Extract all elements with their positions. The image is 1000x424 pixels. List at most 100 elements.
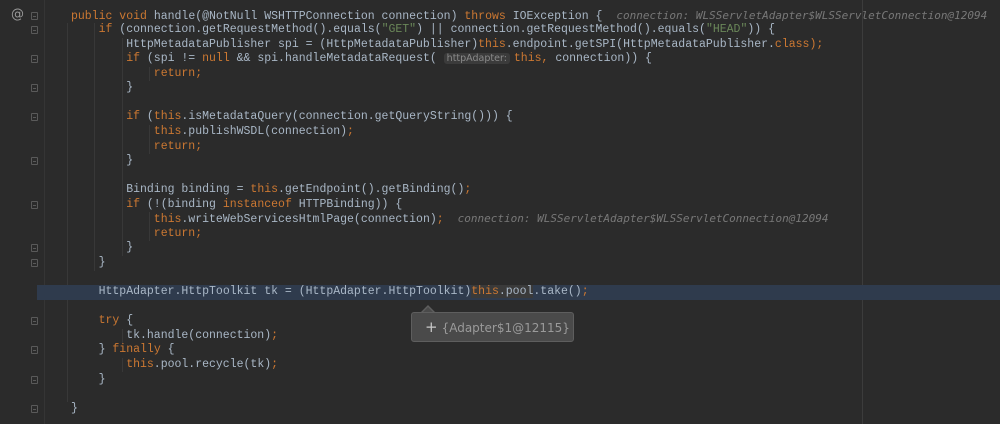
code-token: } bbox=[71, 401, 78, 415]
code-token: .endpoint.getSPI(HttpMetadataPublisher. bbox=[505, 37, 775, 51]
fold-marker-icon[interactable] bbox=[31, 259, 38, 268]
fold-marker-icon[interactable] bbox=[31, 200, 38, 209]
fold-marker-icon[interactable] bbox=[31, 404, 38, 413]
code-token: this bbox=[153, 124, 182, 138]
code-line[interactable]: return; bbox=[154, 67, 202, 82]
code-token: if bbox=[98, 23, 113, 37]
code-token: .publishWSDL(connection) bbox=[181, 124, 348, 138]
code-token: ; bbox=[347, 124, 354, 138]
fold-marker-icon[interactable] bbox=[31, 157, 38, 166]
right-margin-guide bbox=[862, 0, 863, 424]
code-line[interactable]: return; bbox=[154, 140, 202, 155]
code-token: } bbox=[126, 81, 134, 95]
gutter-separator bbox=[44, 0, 45, 424]
code-line[interactable]: this.publishWSDL(connection); bbox=[154, 125, 354, 140]
fold-marker-icon[interactable] bbox=[31, 113, 38, 122]
code-token: this, bbox=[513, 52, 549, 66]
debug-value-tooltip[interactable]: + {Adapter$1@12115} bbox=[411, 312, 574, 342]
code-token: )) { bbox=[747, 23, 775, 37]
code-line[interactable]: this.pool.recycle(tk); bbox=[126, 358, 278, 373]
code-token: connection)) { bbox=[548, 52, 652, 66]
override-marker-icon[interactable]: @ bbox=[11, 7, 24, 22]
code-token: .pool.recycle(tk) bbox=[153, 357, 272, 371]
code-token: return; bbox=[153, 139, 203, 153]
code-token: instanceof bbox=[222, 197, 292, 211]
code-token: HttpAdapter.HttpToolkit tk = (HttpAdapte… bbox=[98, 285, 472, 299]
code-line[interactable]: } bbox=[126, 154, 133, 169]
code-token: try bbox=[98, 314, 120, 328]
code-token: return; bbox=[153, 226, 203, 240]
fold-marker-icon[interactable] bbox=[31, 84, 38, 93]
code-token: handle(@NotNull WSHTTPConnection connect… bbox=[146, 9, 465, 23]
code-token: if bbox=[126, 110, 140, 124]
fold-marker-icon[interactable] bbox=[31, 346, 38, 355]
code-token: this bbox=[250, 183, 279, 197]
fold-marker-icon[interactable] bbox=[31, 26, 38, 35]
indent-guide bbox=[149, 66, 150, 82]
code-token: tk.handle(connection) bbox=[126, 328, 272, 342]
code-token: null bbox=[202, 52, 230, 66]
code-line[interactable]: if (connection.getRequestMethod().equals… bbox=[99, 23, 775, 38]
code-token: } bbox=[126, 154, 134, 168]
indent-guide bbox=[149, 212, 150, 242]
code-line[interactable]: } finally { bbox=[99, 343, 175, 358]
code-token: .isMetadataQuery(connection.getQueryStri… bbox=[181, 110, 513, 124]
code-token: { bbox=[119, 314, 134, 328]
code-token: ; bbox=[464, 183, 472, 197]
fold-marker-icon[interactable] bbox=[31, 375, 38, 384]
code-line[interactable]: this.writeWebServicesHtmlPage(connection… bbox=[154, 212, 829, 227]
code-line[interactable]: if (this.isMetadataQuery(connection.getQ… bbox=[126, 110, 513, 125]
code-token: } bbox=[126, 241, 134, 255]
code-token: } bbox=[98, 343, 113, 357]
code-token: ; bbox=[271, 328, 279, 342]
code-token: public void bbox=[71, 9, 147, 23]
code-line[interactable]: HttpMetadataPublisher spi = (HttpMetadat… bbox=[126, 38, 823, 53]
code-token: (spi != bbox=[140, 52, 203, 66]
code-token: ); bbox=[809, 37, 824, 51]
code-line[interactable]: if (!(binding instanceof HTTPBinding)) { bbox=[126, 198, 402, 213]
inline-debug-value: connection: WLSServletAdapter$WLSServlet… bbox=[457, 212, 829, 226]
code-line[interactable]: public void handle(@NotNull WSHTTPConnec… bbox=[71, 9, 987, 24]
editor-gutter: @ bbox=[0, 0, 48, 424]
code-token: ( bbox=[140, 110, 154, 124]
expand-plus-icon[interactable]: + bbox=[425, 318, 438, 336]
code-line[interactable]: } bbox=[99, 373, 106, 388]
code-token: } bbox=[98, 372, 106, 386]
code-token: this bbox=[153, 213, 182, 227]
code-line[interactable]: return; bbox=[154, 227, 202, 242]
code-line[interactable]: Binding binding = this.getEndpoint().get… bbox=[126, 183, 471, 198]
code-token: this bbox=[471, 285, 499, 299]
code-token: throws bbox=[464, 9, 506, 23]
code-line[interactable]: } bbox=[126, 81, 133, 96]
code-token: this bbox=[478, 37, 506, 51]
code-token: .pool bbox=[498, 285, 534, 299]
code-token: .getEndpoint().getBinding() bbox=[278, 183, 465, 197]
code-line[interactable]: } bbox=[99, 256, 106, 271]
code-token: .writeWebServicesHtmlPage(connection) bbox=[181, 213, 437, 227]
code-token: (!(binding bbox=[140, 197, 223, 211]
tooltip-value: {Adapter$1@12115} bbox=[441, 321, 570, 335]
code-token: ) || connection.getRequestMethod().equal… bbox=[416, 23, 706, 37]
code-line[interactable]: } bbox=[126, 241, 133, 256]
fold-marker-icon[interactable] bbox=[31, 55, 38, 64]
fold-marker-icon[interactable] bbox=[31, 244, 38, 253]
fold-marker-icon[interactable] bbox=[31, 317, 38, 326]
code-token: { bbox=[160, 343, 175, 357]
code-line[interactable]: if (spi != null && spi.handleMetadataReq… bbox=[126, 52, 652, 67]
code-line[interactable]: tk.handle(connection); bbox=[126, 329, 278, 344]
fold-marker-icon[interactable] bbox=[31, 11, 38, 20]
code-line[interactable]: try { bbox=[99, 314, 134, 329]
code-token: } bbox=[98, 256, 106, 270]
code-token: Binding binding = bbox=[126, 183, 251, 197]
code-line[interactable]: HttpAdapter.HttpToolkit tk = (HttpAdapte… bbox=[99, 285, 589, 300]
code-line[interactable]: } bbox=[71, 402, 78, 417]
indent-guide bbox=[94, 23, 95, 271]
code-token: "GET" bbox=[381, 23, 417, 37]
code-token: this bbox=[153, 110, 182, 124]
indent-guide bbox=[122, 328, 123, 344]
code-token: if bbox=[126, 52, 140, 66]
code-token: class bbox=[774, 37, 810, 51]
indent-guide bbox=[149, 124, 150, 155]
code-token: "HEAD" bbox=[705, 23, 748, 37]
indent-guide bbox=[67, 23, 68, 402]
